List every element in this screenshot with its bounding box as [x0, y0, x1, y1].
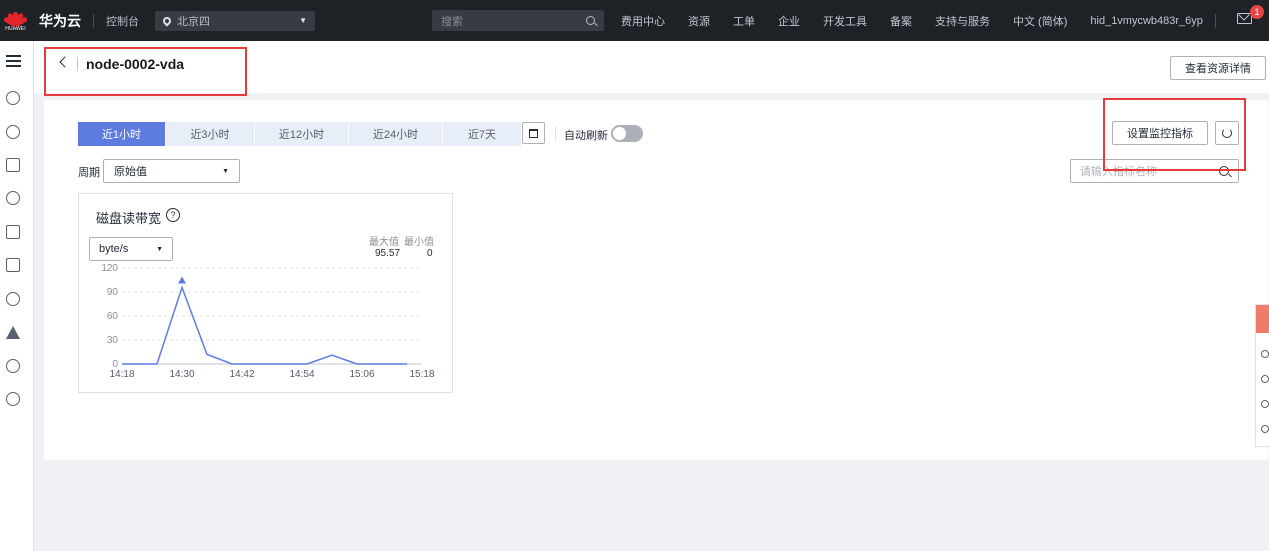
x-tick-label: 14:30 [169, 369, 194, 380]
nav-enterprise[interactable]: 企业 [778, 13, 800, 29]
note-icon[interactable] [1261, 425, 1269, 433]
caret-down-icon: ▼ [156, 245, 163, 253]
location-pin-icon [161, 14, 173, 27]
tab-7d[interactable]: 近7天 [443, 122, 521, 146]
y-tick-label: 60 [107, 311, 119, 322]
tab-12h[interactable]: 近12小时 [255, 122, 348, 146]
unit-select[interactable]: byte/s ▼ [89, 237, 173, 261]
nav-account[interactable]: hid_1vmycwb483r_6yp [1090, 15, 1203, 27]
nav-language[interactable]: 中文 (简体) [1013, 13, 1067, 29]
time-range-tabs: 近1小时 近3小时 近12小时 近24小时 近7天 [78, 122, 522, 146]
database-icon[interactable] [6, 225, 20, 239]
tab-24h[interactable]: 近24小时 [349, 122, 442, 146]
title-highlight-box [44, 47, 247, 96]
nav-resources[interactable]: 资源 [688, 13, 710, 29]
tab-3h[interactable]: 近3小时 [166, 122, 254, 146]
globe-icon[interactable] [6, 359, 20, 373]
y-tick-label: 30 [107, 335, 119, 346]
min-value: 0 [427, 248, 433, 259]
console-link[interactable]: 控制台 [106, 13, 139, 29]
menu-icon[interactable] [6, 55, 21, 67]
min-label: 最小值 [404, 237, 434, 248]
caret-down-icon: ▼ [222, 167, 229, 175]
chart-title: 磁盘读带宽 [96, 211, 162, 226]
logo-text: HUAWEI [5, 26, 26, 32]
warning-icon[interactable] [6, 326, 20, 339]
edit-icon[interactable] [1261, 375, 1269, 383]
brand-name[interactable]: 华为云 [39, 11, 81, 31]
period-value: 原始值 [114, 166, 147, 178]
divider [93, 13, 94, 28]
floating-toolbar [1255, 304, 1269, 447]
logo-petals-icon [2, 9, 28, 28]
network-icon[interactable] [6, 158, 20, 172]
global-search-input[interactable]: 搜索 [432, 10, 604, 31]
service-icon[interactable] [1261, 350, 1269, 358]
line-chart[interactable]: 030609012014:18 14:30 14:42 14:54 15:06 15:18 [79, 260, 452, 392]
cluster-icon[interactable] [6, 125, 20, 139]
monitoring-panel: 近1小时 近3小时 近12小时 近24小时 近7天 自动刷新 设置监控指标 周期… [44, 100, 1268, 460]
notification-badge: 1 [1250, 5, 1264, 19]
ip-icon[interactable] [6, 392, 20, 406]
nav-billing[interactable]: 费用中心 [621, 13, 665, 29]
search-placeholder: 搜索 [441, 15, 463, 28]
unit-value: byte/s [99, 243, 129, 255]
nav-support[interactable]: 支持与服务 [935, 13, 990, 29]
disk-read-bandwidth-card: 磁盘读带宽 ? byte/s ▼ 最大值 最小值 95.57 0 0 30 60 90… [78, 193, 453, 393]
max-value: 95.57 [375, 248, 401, 259]
period-label: 周期 [78, 167, 100, 179]
x-tick-label: 14:18 [109, 369, 134, 380]
nav-dev-tools[interactable]: 开发工具 [823, 13, 867, 29]
container-icon[interactable] [6, 258, 20, 272]
huawei-logo[interactable]: HUAWEI [0, 0, 31, 41]
cloud-icon[interactable] [6, 292, 20, 306]
top-nav-links: 费用中心 资源 工单 企业 开发工具 备案 支持与服务 中文 (简体) hid_… [621, 0, 1228, 41]
x-tick-label: 14:42 [229, 369, 254, 380]
nav-tickets[interactable]: 工单 [733, 13, 755, 29]
x-tick-label: 15:18 [409, 369, 434, 380]
help-icon[interactable]: ? [166, 208, 180, 222]
y-tick-label: 90 [107, 287, 119, 298]
calendar-icon [529, 128, 538, 138]
region-selector[interactable]: 北京四 ▼ [155, 10, 315, 31]
auto-refresh-toggle[interactable] [611, 125, 643, 142]
region-value: 北京四 [177, 15, 210, 28]
help-icon[interactable] [1261, 400, 1269, 408]
service-sidebar [0, 41, 34, 551]
feedback-icon[interactable] [1256, 305, 1269, 333]
divider [1214, 13, 1216, 28]
x-tick-label: 14:54 [289, 369, 314, 380]
search-icon[interactable] [586, 16, 595, 25]
view-resource-details-button[interactable]: 查看资源详情 [1170, 56, 1266, 80]
cloud-server-icon[interactable] [6, 91, 20, 105]
storage-icon[interactable] [6, 191, 20, 205]
settings-highlight-box [1103, 98, 1246, 171]
caret-down-icon: ▼ [299, 16, 307, 25]
divider [555, 126, 556, 141]
auto-refresh-label: 自动刷新 [564, 130, 608, 142]
period-select[interactable]: 原始值 ▼ [103, 159, 240, 183]
x-tick-label: 15:06 [349, 369, 374, 380]
max-marker [178, 276, 186, 284]
max-label: 最大值 [369, 237, 399, 248]
series-line [122, 285, 407, 365]
y-tick-label: 120 [101, 263, 118, 274]
tab-1h[interactable]: 近1小时 [78, 122, 165, 146]
nav-icp[interactable]: 备案 [890, 13, 912, 29]
custom-date-button[interactable] [522, 122, 545, 144]
